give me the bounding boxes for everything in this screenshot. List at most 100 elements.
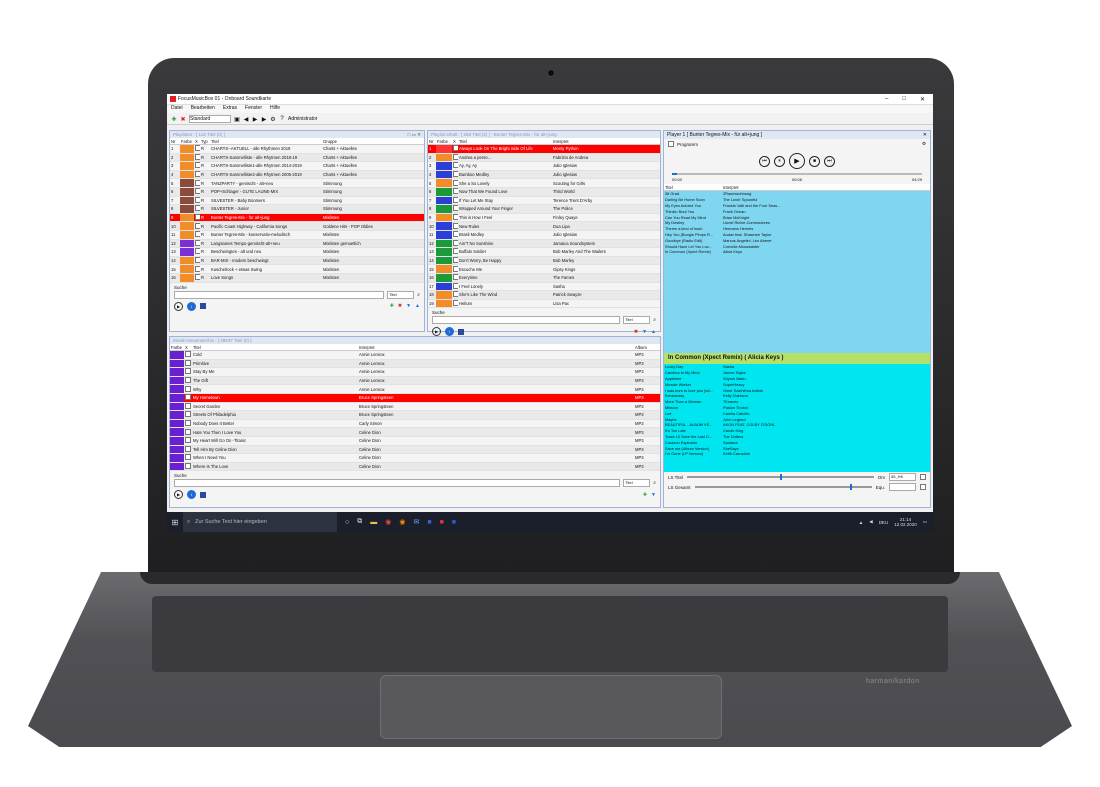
- play-icon[interactable]: ▶: [789, 153, 805, 169]
- table-row[interactable]: 6 Now That We Found Love Third World: [428, 187, 660, 197]
- word-icon[interactable]: ■: [452, 519, 456, 526]
- table-row[interactable]: Stay By Me Annie Lennox MP3: [170, 367, 660, 377]
- save-icon[interactable]: [200, 491, 206, 498]
- table-row[interactable]: 3 R CHARTS-Sammelliste1-alle Rhytmen 2014-…: [170, 161, 424, 171]
- row-checkbox[interactable]: [453, 257, 458, 264]
- table-row[interactable]: 3 Ay, Ay, Ay Julio Iglesias: [428, 161, 660, 171]
- play-circle-icon[interactable]: ▶: [432, 327, 441, 337]
- table-row[interactable]: 5 She a So Lovely Scouting for Girls: [428, 178, 660, 188]
- clock[interactable]: 21:14 12.02.2020: [894, 517, 917, 527]
- om-checkbox[interactable]: [920, 474, 926, 480]
- row-checkbox[interactable]: [195, 222, 200, 229]
- table-row[interactable]: 19 Helium Lisa Pac: [428, 299, 660, 309]
- row-checkbox[interactable]: [195, 179, 200, 186]
- table-row[interactable]: 12 R Langsames Tempo-gemischt-alt+neu Mixli…: [170, 239, 424, 249]
- row-checkbox[interactable]: [453, 196, 458, 203]
- table-row[interactable]: 6 R POP+Schlager - GUTE LAUNE-MIX Stimmung: [170, 187, 424, 197]
- table-row[interactable]: 2 R CHARTS-Sammelliste - alle Rhytmen 2018…: [170, 153, 424, 163]
- settings-icon[interactable]: ⚙: [270, 116, 276, 123]
- search-field-select[interactable]: Titel: [623, 316, 651, 325]
- table-row[interactable]: 12 Ain'T No Sunshine Jamaica Soundsystem: [428, 239, 660, 249]
- table-row[interactable]: Streets Of Philadelphia Bruce Springsteen…: [170, 410, 660, 420]
- play-icon[interactable]: ▶: [252, 116, 258, 123]
- volume-icon[interactable]: ◀: [869, 519, 872, 525]
- row-checkbox[interactable]: [185, 385, 191, 392]
- table-row[interactable]: When I Need You Celine Dion MP3: [170, 453, 660, 463]
- row-checkbox[interactable]: [195, 145, 200, 152]
- search-icon[interactable]: ⌕: [653, 480, 656, 486]
- row-checkbox[interactable]: [195, 188, 200, 195]
- firefox-icon[interactable]: ◉: [399, 518, 405, 526]
- slider-knob[interactable]: [850, 483, 853, 490]
- move-up-icon[interactable]: ▲: [415, 303, 420, 309]
- menu-hilfe[interactable]: Hilfe: [270, 105, 280, 113]
- search-icon[interactable]: ⌕: [417, 292, 420, 298]
- row-checkbox[interactable]: [185, 437, 191, 444]
- row-checkbox[interactable]: [185, 411, 191, 418]
- table-row[interactable]: Cold Annie Lennox MP3: [170, 350, 660, 360]
- row-checkbox[interactable]: [195, 239, 200, 246]
- menu-datei[interactable]: Datei: [171, 105, 183, 113]
- row-checkbox[interactable]: [453, 188, 458, 195]
- row-checkbox[interactable]: [453, 231, 458, 238]
- menu-fenster[interactable]: Fenster: [245, 105, 262, 113]
- table-row[interactable]: 4 R CHARTS-Sammelliste2-alle Rhytmen 2005-…: [170, 170, 424, 180]
- table-row[interactable]: Why Annie Lennox MP3: [170, 384, 660, 394]
- panel-controls[interactable]: □ ▭ ✕: [408, 131, 421, 138]
- table-row[interactable]: 9 R Bunter Tegres-Mix - für alt+jung Mixlis…: [170, 213, 424, 223]
- row-checkbox[interactable]: [185, 394, 191, 401]
- row-checkbox[interactable]: [453, 222, 458, 229]
- search-input[interactable]: [432, 316, 621, 325]
- row-checkbox[interactable]: [195, 162, 200, 169]
- previous-track-icon[interactable]: ⏮: [759, 155, 770, 167]
- table-row[interactable]: Secret Garden Bruce Springsteen MP3: [170, 402, 660, 412]
- table-row[interactable]: 7 R SILVESTER - Baby Boomers Stimmung: [170, 196, 424, 206]
- table-row[interactable]: 14 Don't Worry, Be Happy Bob Marley: [428, 256, 660, 266]
- table-row[interactable]: 10 New Rules Dua Lipa: [428, 221, 660, 231]
- table-row[interactable]: 14 R BAR-MIX - modern beschwingt Mixlisten: [170, 256, 424, 266]
- table-row[interactable]: 18 She's Like The Wind Patrick Swayze: [428, 290, 660, 300]
- move-up-icon[interactable]: ▲: [651, 329, 656, 335]
- row-checkbox[interactable]: [453, 179, 458, 186]
- next-track-icon[interactable]: ⏭: [824, 155, 835, 167]
- row-checkbox[interactable]: [185, 351, 191, 358]
- table-row[interactable]: 10 R Pacific Coast Highway - California So…: [170, 221, 424, 231]
- row-checkbox[interactable]: [453, 248, 458, 255]
- row-checkbox[interactable]: [195, 214, 200, 221]
- windows-start-icon[interactable]: ⊞: [167, 518, 183, 527]
- table-row[interactable]: 16 R Love Songs Mixlisten: [170, 273, 424, 283]
- search-icon[interactable]: ⌕: [653, 317, 656, 323]
- row-checkbox[interactable]: [453, 214, 458, 221]
- table-row[interactable]: 2 Andrea a perso... Fabrizio de Andrea: [428, 153, 660, 163]
- row-checkbox[interactable]: [185, 454, 191, 461]
- play-circle-icon[interactable]: ▶: [174, 490, 183, 500]
- list-item[interactable]: I'm Gone (LP Version) Keith Carradine: [664, 451, 930, 457]
- delete-icon[interactable]: ✖: [398, 303, 402, 309]
- table-row[interactable]: 1 Always Look On The Bright Side Of Life M…: [428, 144, 660, 154]
- search-input[interactable]: [174, 290, 385, 299]
- save-icon[interactable]: [458, 328, 464, 335]
- row-checkbox[interactable]: [453, 299, 458, 306]
- row-checkbox[interactable]: [185, 420, 191, 427]
- table-row[interactable]: 15 Escuche Me Gipsy Kings: [428, 264, 660, 274]
- row-checkbox[interactable]: [453, 282, 458, 289]
- profile-select[interactable]: Standard: [189, 115, 231, 123]
- list-item[interactable]: In Common (Xpect Remix) Alicia Keys: [664, 249, 930, 255]
- delete-icon[interactable]: ✖: [634, 329, 638, 335]
- row-checkbox[interactable]: [195, 231, 200, 238]
- chrome-icon[interactable]: ◉: [385, 518, 391, 526]
- task-view-icon[interactable]: ⧉: [357, 518, 362, 526]
- move-down-icon[interactable]: ▼: [651, 492, 656, 498]
- om-select[interactable]: 55_HK: [889, 473, 916, 481]
- next-icon[interactable]: ▶: [261, 116, 267, 123]
- network-icon[interactable]: ▲: [859, 520, 863, 525]
- menu-bearbeiten[interactable]: Bearbeiten: [191, 105, 215, 113]
- info-icon[interactable]: i: [187, 490, 196, 500]
- table-row[interactable]: 13 R Beschwingtes - alt und neu Mixlisten: [170, 247, 424, 257]
- menu-extras[interactable]: Extras: [223, 105, 237, 113]
- row-checkbox[interactable]: [195, 257, 200, 264]
- taskbar-search[interactable]: ⌕ Zur Suche Text hier eingeben: [183, 512, 337, 532]
- add-icon[interactable]: ✚: [390, 303, 394, 309]
- delete-icon[interactable]: ✖: [180, 116, 186, 123]
- table-row[interactable]: 17 I Feel Lonely Sasha: [428, 282, 660, 292]
